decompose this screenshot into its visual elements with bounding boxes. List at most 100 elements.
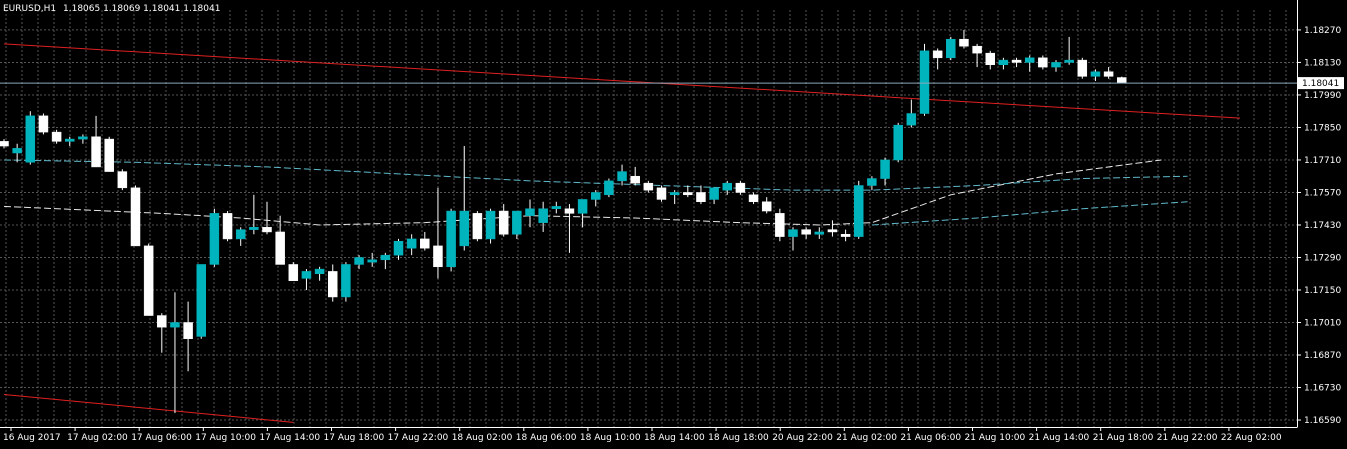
candle-body-bear (328, 271, 338, 298)
price-tick-label: 1.17990 (1304, 91, 1341, 101)
candle (919, 43, 930, 116)
candlestick-chart-canvas[interactable]: 1.18270 1.18130 1.17990 1.17850 1.17710 1.175… (0, 0, 1347, 445)
candle-body-bear (51, 131, 62, 142)
candle-body-bear (117, 171, 128, 189)
price-tick-label: 1.17290 (1304, 253, 1341, 263)
price-tick-label: 1.16590 (1304, 416, 1341, 426)
candle-body-bull (301, 271, 312, 279)
time-tick-label: 17 Aug 06:00 (131, 433, 192, 443)
time-tick-label: 21 Aug 02:00 (836, 433, 897, 443)
candle (130, 185, 141, 247)
candle-body-bear (801, 229, 811, 235)
candle-body-bear (472, 213, 483, 240)
candle (341, 262, 351, 302)
price-tick-label: 1.17570 (1304, 188, 1341, 198)
price-tick-label: 1.17850 (1304, 123, 1341, 133)
candle-body-bear (498, 210, 509, 235)
candle-body-bull (525, 208, 535, 216)
candle (288, 262, 299, 281)
candle-body-bull (249, 227, 259, 230)
candle-body-bull (1024, 57, 1035, 63)
ohlc-readout: 1.18065 1.18069 1.18041 1.18041 (63, 4, 220, 14)
time-tick-label: 21 Aug 22:00 (1157, 433, 1218, 443)
candle-body-bear (696, 192, 706, 203)
price-tick-label: 1.17150 (1304, 286, 1341, 296)
candle-body-bull (170, 322, 180, 328)
candle-body-bull (722, 182, 732, 191)
candle-body-bull (906, 113, 917, 126)
time-tick-label: 16 Aug 2017 (3, 433, 61, 443)
candle-body-bear (222, 213, 233, 240)
time-tick-label: 17 Aug 22:00 (388, 433, 449, 443)
candle-body-bear (157, 315, 167, 328)
candle-body-bull (880, 159, 890, 179)
candle-body-bull (314, 268, 325, 274)
candle-body-bull (1090, 71, 1101, 77)
time-tick-label: 18 Aug 06:00 (516, 433, 577, 443)
time-tick-label: 17 Aug 10:00 (195, 433, 256, 443)
candle-body-bear (143, 245, 154, 316)
price-tick-label: 1.17430 (1304, 221, 1341, 231)
price-chart[interactable]: 1.18270 1.18130 1.17990 1.17850 1.17710 1.175… (0, 0, 1347, 445)
candle-body-bull (25, 115, 36, 163)
price-tick-label: 1.18270 (1304, 26, 1341, 36)
candle (1077, 57, 1088, 79)
candle-body-bull (919, 50, 930, 114)
candle (51, 129, 62, 144)
candle-body-bull (65, 138, 75, 142)
candle (104, 136, 114, 172)
candle-body-bear (932, 50, 943, 59)
candle-body-bear (735, 182, 746, 193)
candle-body-bull (393, 240, 404, 256)
candle-body-bull (709, 187, 719, 200)
candle-body-bull (946, 38, 956, 59)
candle (854, 180, 864, 239)
chart-background (0, 0, 1347, 445)
candle-body-bull (1064, 59, 1074, 63)
time-tick-label: 21 Aug 18:00 (1093, 433, 1154, 443)
candle-body-bull (591, 192, 601, 200)
candle (196, 264, 206, 339)
time-tick-label: 21 Aug 10:00 (965, 433, 1026, 443)
candle-body-bull (380, 254, 391, 261)
candle-body-bear (1103, 71, 1114, 77)
candle-body-bear (827, 229, 838, 233)
candle-body-bull (577, 199, 588, 214)
time-tick-label: 20 Aug 22:00 (772, 433, 833, 443)
candle-body-bear (91, 136, 101, 168)
candle-body-bear (1038, 57, 1048, 68)
candle-body-bull (341, 264, 351, 298)
candle-body-bull (551, 206, 562, 209)
candle-body-bear (985, 52, 995, 66)
candle (1117, 76, 1127, 84)
candle-body-bull (538, 208, 548, 223)
candle (604, 178, 614, 198)
time-tick-label: 21 Aug 06:00 (900, 433, 961, 443)
candle-body-bull (998, 59, 1009, 66)
candle (209, 208, 220, 267)
candle-body-bear (183, 322, 193, 340)
candle (656, 185, 667, 202)
candle (222, 211, 233, 242)
candle (38, 113, 49, 135)
candle-body-bear (262, 227, 272, 233)
candle-body-bear (1117, 77, 1127, 84)
candle-body-bull (617, 171, 627, 182)
candle-body-bull (788, 229, 798, 237)
symbol-label: EURUSD,H1 (3, 4, 56, 14)
price-tick-label: 1.16730 (1304, 384, 1341, 394)
candle-body-bear (288, 264, 299, 281)
candle (1038, 55, 1048, 70)
candle-body-bull (406, 238, 417, 249)
candle-body-bull (814, 231, 825, 235)
candle-body-bull (209, 213, 220, 265)
candle (143, 243, 154, 316)
time-tick-label: 17 Aug 14:00 (259, 433, 320, 443)
candle-body-bear (130, 187, 141, 247)
candle-body-bear (643, 182, 654, 191)
candle-body-bear (840, 234, 851, 237)
candle-body-bear (1077, 59, 1088, 77)
candle (25, 111, 36, 165)
candle (485, 208, 496, 244)
candle-body-bear (420, 238, 430, 249)
